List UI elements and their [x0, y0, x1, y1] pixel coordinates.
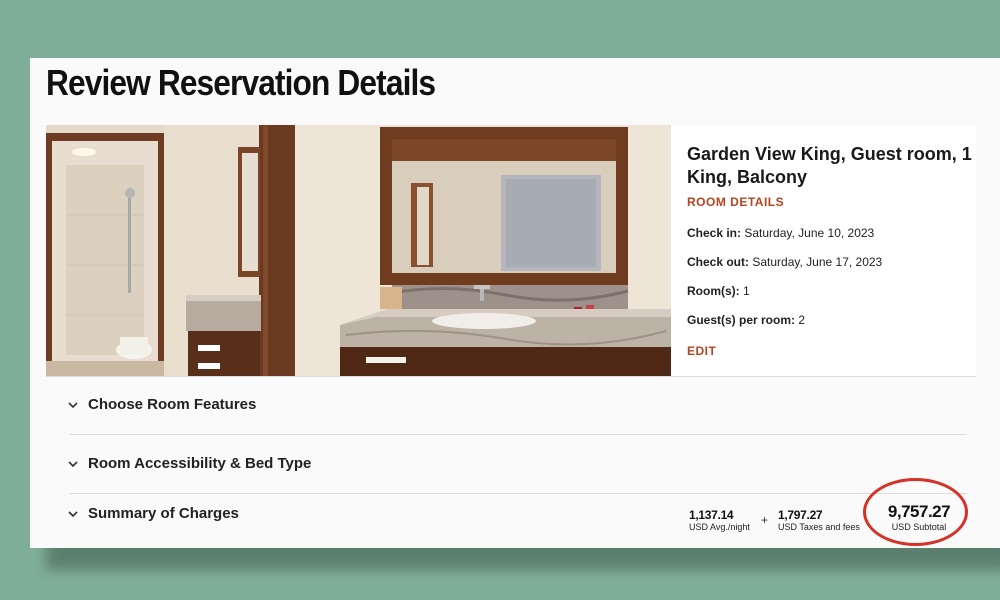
- check-out-value: Saturday, June 17, 2023: [752, 255, 883, 269]
- taxes-charge: 1,797.27 USD Taxes and fees: [778, 508, 860, 532]
- avg-night-amount: 1,137.14: [689, 508, 734, 522]
- highlight-circle: [863, 478, 968, 546]
- section-label: Summary of Charges: [88, 505, 239, 522]
- chevron-down-icon: [68, 401, 78, 408]
- page-title: Review Reservation Details: [46, 62, 436, 103]
- chevron-down-icon: [68, 510, 78, 517]
- avg-night-label: USD Avg./night: [689, 522, 750, 532]
- edit-link[interactable]: EDIT: [687, 344, 716, 358]
- chevron-down-icon: [68, 460, 78, 467]
- check-out-field: Check out: Saturday, June 17, 2023: [687, 255, 977, 269]
- guests-value: 2: [798, 313, 806, 327]
- divider: [46, 376, 976, 377]
- section-label: Room Accessibility & Bed Type: [88, 455, 312, 472]
- plus-sign: +: [761, 513, 769, 527]
- taxes-label: USD Taxes and fees: [778, 522, 860, 532]
- guests-label: Guest(s) per room:: [687, 313, 796, 327]
- divider: [70, 493, 967, 494]
- section-label: Choose Room Features: [88, 396, 257, 413]
- check-in-field: Check in: Saturday, June 10, 2023: [687, 226, 977, 240]
- room-photo[interactable]: [46, 125, 671, 376]
- section-summary-of-charges[interactable]: Summary of Charges: [66, 505, 239, 522]
- rooms-label: Room(s):: [687, 284, 740, 298]
- room-summary: Garden View King, Guest room, 1 King, Ba…: [46, 125, 976, 376]
- section-room-accessibility[interactable]: Room Accessibility & Bed Type: [66, 455, 311, 472]
- rooms-field: Room(s): 1: [687, 284, 977, 298]
- room-name: Garden View King, Guest room, 1 King, Ba…: [687, 144, 972, 187]
- guests-field: Guest(s) per room: 2: [687, 313, 977, 327]
- rooms-value: 1: [743, 284, 750, 298]
- room-details-link[interactable]: ROOM DETAILS: [687, 195, 784, 209]
- avg-night-charge: 1,137.14 USD Avg./night: [689, 508, 750, 532]
- check-out-label: Check out:: [687, 255, 750, 269]
- room-info: Garden View King, Guest room, 1 King, Ba…: [687, 143, 977, 360]
- check-in-label: Check in:: [687, 226, 742, 240]
- reservation-card: Review Reservation Details Garden View K…: [30, 58, 1000, 548]
- check-in-value: Saturday, June 10, 2023: [744, 226, 875, 240]
- taxes-amount: 1,797.27: [778, 508, 823, 522]
- section-choose-room-features[interactable]: Choose Room Features: [66, 396, 256, 413]
- divider: [70, 434, 967, 435]
